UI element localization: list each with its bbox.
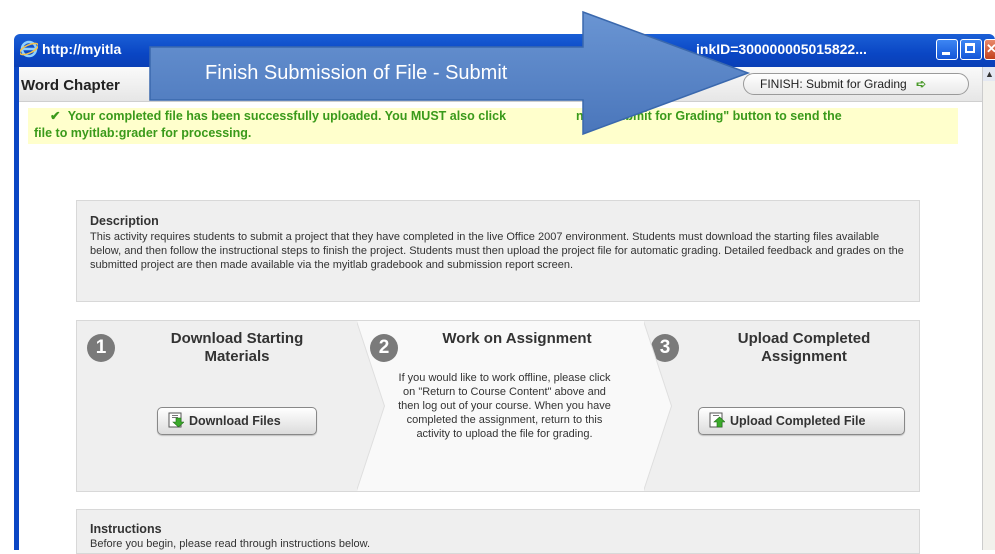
vertical-scrollbar[interactable]: ▲: [982, 67, 995, 550]
step-separator-1-fill: [356, 321, 384, 491]
download-files-button[interactable]: Download Files: [157, 407, 317, 435]
description-title: Description: [90, 214, 159, 228]
upload-icon: [709, 412, 725, 428]
step-title-upload: Upload Completed Assignment: [737, 330, 871, 365]
finish-submit-button[interactable]: FINISH: Submit for Grading ➪: [743, 73, 969, 95]
window-title-url: http://myitla: [42, 41, 122, 57]
close-button[interactable]: [984, 39, 995, 60]
upload-success-notice: ✔ Your completed file has been successfu…: [28, 108, 958, 144]
instructions-text: Before you begin, please read through in…: [90, 538, 371, 550]
window-title-link-id: inkID=300000005015822...: [696, 41, 867, 57]
description-panel: Description This activity requires stude…: [76, 200, 920, 302]
upload-completed-file-label: Upload Completed File: [730, 414, 866, 428]
upload-completed-file-button[interactable]: Upload Completed File: [698, 407, 905, 435]
step-title-download: Download Starting Materials: [170, 330, 304, 365]
notice-line1: Your completed file has been successfull…: [67, 109, 507, 123]
download-icon: [168, 412, 184, 428]
scroll-up-icon[interactable]: ▲: [983, 67, 995, 81]
step-number-1: 1: [87, 334, 115, 362]
minimize-button[interactable]: [936, 39, 958, 60]
notice-line1-tail: nish: Submit for Grading" button to send…: [576, 109, 842, 123]
step-work-text: If you would like to work offline, pleas…: [398, 372, 611, 440]
window-frame-left: [14, 67, 19, 550]
description-text: This activity requires students to submi…: [90, 231, 904, 271]
step-separator-2-fill: [643, 321, 671, 491]
page-title: Word Chapter: [21, 77, 120, 94]
ie-icon: [20, 40, 38, 58]
steps-panel: 1 Download Starting Materials Download F…: [76, 320, 920, 492]
download-files-label: Download Files: [189, 414, 281, 428]
checkmark-icon: ✔: [50, 109, 61, 123]
finish-submit-label: FINISH: Submit for Grading: [760, 77, 907, 91]
notice-line2: file to myitlab:grader for processing.: [34, 126, 252, 140]
step-work: 2 Work on Assignment If you would like t…: [357, 321, 644, 491]
maximize-button[interactable]: [960, 39, 982, 60]
callout-label: Finish Submission of File - Submit: [205, 62, 508, 84]
arrow-right-icon: ➪: [916, 77, 927, 91]
step-download: 1 Download Starting Materials Download F…: [77, 321, 357, 491]
instructions-title: Instructions: [90, 522, 162, 536]
instructions-panel: Instructions Before you begin, please re…: [76, 509, 920, 554]
step-upload: 3 Upload Completed Assignment Upload Com…: [644, 321, 919, 491]
step-title-work: Work on Assignment: [442, 330, 592, 347]
